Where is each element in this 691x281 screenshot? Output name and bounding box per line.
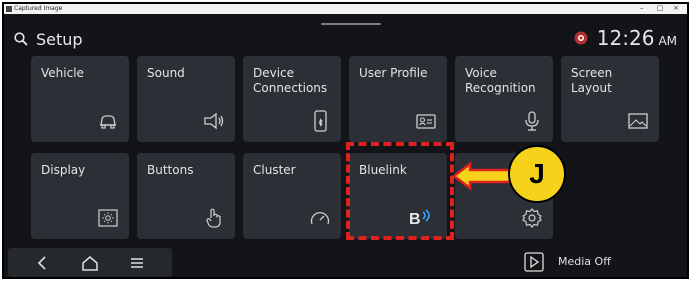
window-title: Captured Image bbox=[14, 5, 63, 12]
clock: 12:26 bbox=[596, 26, 655, 50]
minimize-button[interactable]: – bbox=[640, 4, 644, 12]
app-icon bbox=[6, 6, 12, 12]
tile-label: Voice Recognition bbox=[465, 66, 536, 95]
bottom-bar: Media Off bbox=[4, 248, 687, 277]
connectivity-icon bbox=[574, 31, 588, 45]
nav-panel bbox=[8, 248, 172, 277]
menu-icon[interactable] bbox=[126, 252, 148, 274]
tile-sound[interactable]: Sound bbox=[137, 56, 235, 142]
gear-icon bbox=[522, 208, 542, 228]
search-icon bbox=[14, 32, 28, 46]
tile-label: Device Connections bbox=[253, 66, 328, 95]
home-icon[interactable] bbox=[79, 252, 101, 274]
page-title[interactable]: Setup bbox=[14, 28, 83, 50]
tile-label: Cluster bbox=[253, 163, 296, 177]
tile-voice-recognition[interactable]: Voice Recognition bbox=[455, 56, 553, 142]
tile-cluster[interactable]: Cluster bbox=[243, 153, 341, 239]
tile-label: Display bbox=[41, 163, 86, 177]
hand-pointer-icon bbox=[206, 208, 221, 228]
tile-user-profile[interactable]: User Profile bbox=[349, 56, 447, 142]
tile-vehicle[interactable]: Vehicle bbox=[31, 56, 129, 142]
window-titlebar: Captured Image – □ × bbox=[4, 4, 687, 14]
tile-label: User Profile bbox=[359, 66, 428, 80]
top-handle[interactable] bbox=[321, 23, 381, 25]
image-frame-icon bbox=[628, 113, 648, 129]
profile-card-icon bbox=[416, 114, 436, 129]
microphone-icon bbox=[525, 111, 539, 131]
tile-screen-layout[interactable]: Screen Layout bbox=[561, 56, 659, 142]
tile-label: Screen Layout bbox=[571, 66, 613, 95]
brightness-icon bbox=[98, 209, 118, 227]
car-icon bbox=[100, 115, 116, 129]
gauge-icon bbox=[310, 211, 330, 225]
tile-device-connections[interactable]: Device Connections bbox=[243, 56, 341, 142]
arrow-icon bbox=[452, 162, 512, 190]
tile-buttons[interactable]: Buttons bbox=[137, 153, 235, 239]
close-button[interactable]: × bbox=[673, 4, 679, 12]
speaker-icon bbox=[204, 112, 224, 130]
tile-label: Sound bbox=[147, 66, 185, 80]
highlight-box bbox=[346, 142, 454, 240]
media-play-icon[interactable] bbox=[524, 252, 544, 272]
maximize-button[interactable]: □ bbox=[657, 4, 664, 12]
clock-ampm: AM bbox=[658, 34, 677, 48]
tile-display[interactable]: Display bbox=[31, 153, 129, 239]
back-icon[interactable] bbox=[32, 252, 54, 274]
tile-label: Buttons bbox=[147, 163, 194, 177]
tile-label: Vehicle bbox=[41, 66, 84, 80]
status-bar: 12:26 AM bbox=[573, 26, 677, 50]
media-status[interactable]: Media Off bbox=[558, 255, 611, 268]
phone-bluetooth-icon bbox=[314, 110, 327, 132]
callout-badge: J bbox=[508, 145, 566, 203]
page-title-text: Setup bbox=[36, 29, 83, 49]
